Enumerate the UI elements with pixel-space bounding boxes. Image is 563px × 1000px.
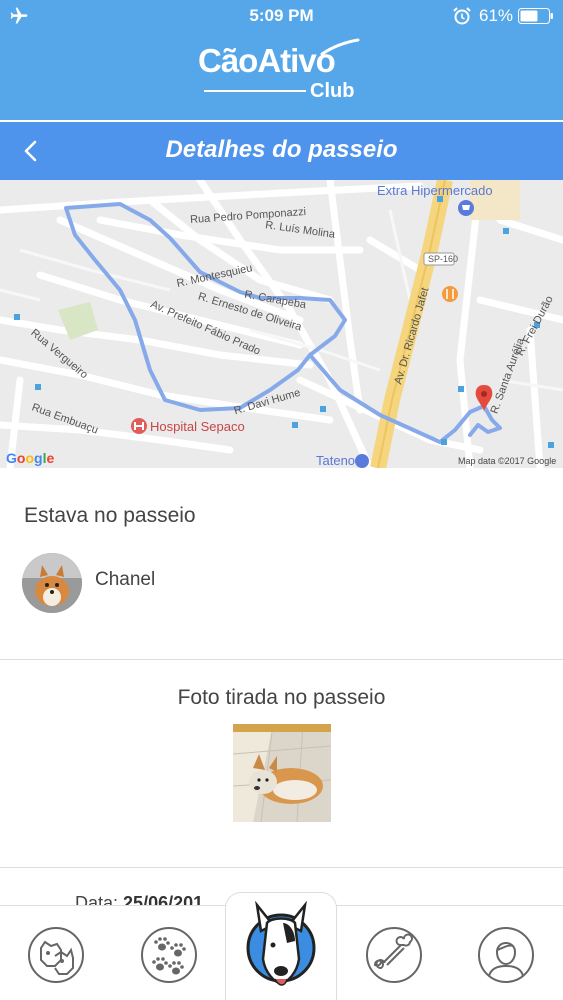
poi-store[interactable]: Tateno <box>316 453 355 468</box>
tab-profile[interactable] <box>477 926 535 984</box>
tab-treats[interactable] <box>365 926 423 984</box>
app-header: 5:09 PM 61% CãoAtivo Club <box>0 0 563 120</box>
companions-heading: Estava no passeio <box>24 504 196 527</box>
tab-home[interactable] <box>225 892 337 1000</box>
dog-lying-photo-icon <box>233 724 331 822</box>
walk-photo[interactable] <box>233 724 331 822</box>
pet-avatar[interactable] <box>22 553 82 613</box>
logo-swoosh-icon <box>320 38 360 56</box>
tab-dogs[interactable] <box>27 926 85 984</box>
brand-logo: CãoAtivo Club <box>190 38 370 104</box>
battery-percent: 61% <box>479 6 514 25</box>
paw-prints-icon <box>152 937 186 975</box>
user-profile-icon <box>488 942 524 977</box>
google-logo-letter: o <box>25 450 35 466</box>
status-bar: 5:09 PM 61% <box>0 0 563 32</box>
alarm-icon <box>453 7 471 25</box>
pet-name[interactable]: Chanel <box>95 569 155 591</box>
walk-photo-section: Foto tirada no passeio <box>0 660 563 868</box>
bone-icon <box>374 933 413 969</box>
highway-shield-label: SP-160 <box>428 254 459 264</box>
google-logo: Google <box>6 450 54 466</box>
poi-supermarket[interactable]: Extra Hipermercado <box>377 183 493 198</box>
brand-name: CãoAtivo <box>198 42 336 79</box>
walk-companions-section: Estava no passeio Chanel <box>0 468 563 660</box>
battery-icon <box>518 8 553 24</box>
map-credit: Map data ©2017 Google <box>458 456 557 466</box>
walk-route-map[interactable]: Rua Pedro Pomponazzi R. Luís Molina R. M… <box>0 180 563 468</box>
bottom-tab-bar <box>0 892 563 1000</box>
google-logo-letter: g <box>34 450 43 466</box>
google-logo-letter: e <box>46 450 55 466</box>
brand-sub: Club <box>310 80 355 102</box>
corgi-photo-icon <box>22 553 82 613</box>
bull-terrier-icon <box>246 901 316 986</box>
tab-walks[interactable] <box>140 926 198 984</box>
title-bar: Detalhes do passeio <box>0 122 563 180</box>
dogs-icon <box>40 940 74 975</box>
brand-underline <box>204 90 306 92</box>
page-title: Detalhes do passeio <box>165 136 398 163</box>
google-logo-letter: G <box>6 450 17 466</box>
poi-hospital[interactable]: Hospital Sepaco <box>150 419 245 434</box>
photo-heading: Foto tirada no passeio <box>177 686 386 709</box>
